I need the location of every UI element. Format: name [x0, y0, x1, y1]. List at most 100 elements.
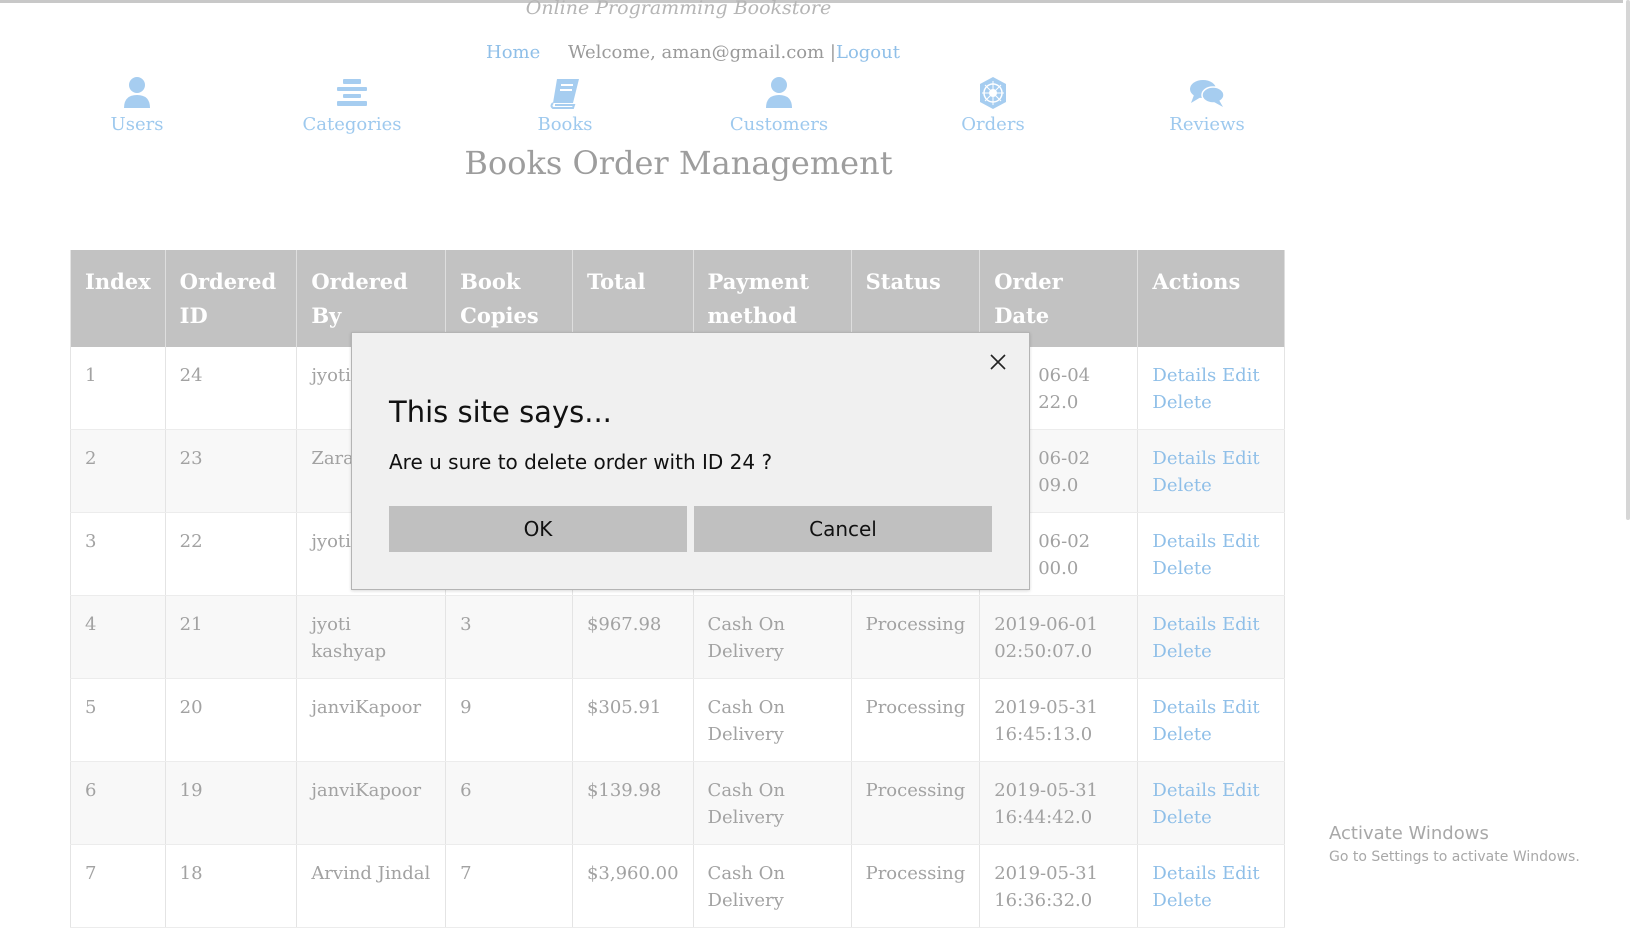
cell-actions: Details Edit Delete — [1137, 844, 1285, 928]
scrollbar-thumb[interactable] — [1626, 0, 1630, 520]
cell-index: 2 — [70, 429, 166, 513]
dialog-title: This site says... — [389, 395, 612, 429]
cell-payment: Cash On Delivery — [693, 761, 852, 845]
cell-order-id: 24 — [165, 347, 298, 430]
order-date: 06-02 — [1038, 448, 1091, 469]
site-title: Online Programming Bookstore — [525, 0, 832, 19]
delete-link[interactable]: Delete — [1152, 807, 1211, 828]
nav-categories[interactable]: Categories — [277, 76, 427, 135]
cell-payment: Cash On Delivery — [693, 844, 852, 928]
nav-orders[interactable]: Orders — [918, 76, 1068, 135]
edit-link[interactable]: Edit — [1222, 614, 1260, 635]
comments-icon — [1190, 80, 1225, 107]
orders-icon — [980, 77, 1006, 109]
cancel-button[interactable]: Cancel — [694, 506, 992, 552]
details-link[interactable]: Details — [1152, 614, 1216, 635]
cell-order-date: 2019-05-31 16:36:32.0 — [979, 844, 1139, 928]
cell-total: $3,960.00 — [572, 844, 694, 928]
cell-index: 1 — [70, 347, 166, 430]
cell-ordered-by: Arvind Jindal — [296, 844, 447, 928]
order-time: 00.0 — [1038, 558, 1079, 579]
nav-label-customers: Customers — [729, 114, 829, 135]
user-icon — [766, 77, 792, 108]
order-date: 2019-06-01 — [994, 614, 1098, 635]
nav-label-orders: Orders — [961, 114, 1025, 135]
nav-books[interactable]: Books — [490, 76, 640, 135]
home-link[interactable]: Home — [486, 42, 540, 63]
cell-index: 6 — [70, 761, 166, 845]
cell-index: 3 — [70, 512, 166, 596]
cell-order-date: 2019-06-01 02:50:07.0 — [979, 595, 1139, 679]
details-link[interactable]: Details — [1152, 780, 1216, 801]
nav-label-categories: Categories — [302, 114, 402, 135]
edit-link[interactable]: Edit — [1222, 448, 1260, 469]
cell-total: $139.98 — [572, 761, 694, 845]
delete-link[interactable]: Delete — [1152, 890, 1211, 911]
delete-link[interactable]: Delete — [1152, 558, 1211, 579]
cell-index: 4 — [70, 595, 166, 679]
cell-status: Processing — [851, 844, 981, 928]
delete-link[interactable]: Delete — [1152, 724, 1211, 745]
details-link[interactable]: Details — [1152, 448, 1216, 469]
book-icon — [550, 79, 579, 109]
delete-link[interactable]: Delete — [1152, 641, 1211, 662]
page-title: Books Order Management — [464, 144, 893, 182]
dialog-message: Are u sure to delete order with ID 24 ? — [389, 450, 773, 474]
edit-link[interactable]: Edit — [1222, 531, 1260, 552]
ok-button[interactable]: OK — [389, 506, 687, 552]
col-header: Ordered ID — [165, 250, 298, 347]
delete-link[interactable]: Delete — [1152, 392, 1211, 413]
cell-order-id: 23 — [165, 429, 298, 513]
order-date: 06-04 — [1038, 365, 1091, 386]
details-link[interactable]: Details — [1152, 863, 1216, 884]
order-time: 16:45:13.0 — [994, 724, 1093, 745]
edit-link[interactable]: Edit — [1222, 365, 1260, 386]
cell-copies: 6 — [445, 761, 573, 845]
cell-index: 5 — [70, 678, 166, 762]
close-icon[interactable] — [987, 351, 1009, 373]
details-link[interactable]: Details — [1152, 365, 1216, 386]
details-link[interactable]: Details — [1152, 531, 1216, 552]
cell-order-id: 19 — [165, 761, 298, 845]
delete-link[interactable]: Delete — [1152, 475, 1211, 496]
watermark-line2: Go to Settings to activate Windows. — [1329, 849, 1580, 865]
watermark-line1: Activate Windows — [1329, 823, 1489, 844]
cell-payment: Cash On Delivery — [693, 678, 852, 762]
order-time: 16:44:42.0 — [994, 807, 1093, 828]
scrollbar[interactable] — [1623, 0, 1631, 909]
table-row: 5 20 janviKapoor 9 $305.91 Cash On Deliv… — [70, 678, 1285, 762]
logout-link[interactable]: Logout — [836, 42, 900, 63]
cell-actions: Details Edit Delete — [1137, 347, 1285, 430]
col-header: Actions — [1137, 250, 1285, 347]
edit-link[interactable]: Edit — [1222, 780, 1260, 801]
table-row: 6 19 janviKapoor 6 $139.98 Cash On Deliv… — [70, 761, 1285, 845]
cell-order-id: 20 — [165, 678, 298, 762]
activate-windows-watermark: Activate Windows Go to Settings to activ… — [1329, 823, 1580, 865]
cell-actions: Details Edit Delete — [1137, 512, 1285, 596]
table-row: 4 21 jyoti kashyap 3 $967.98 Cash On Del… — [70, 595, 1285, 679]
nav-reviews[interactable]: Reviews — [1132, 76, 1282, 135]
cell-copies: 3 — [445, 595, 573, 679]
order-date: 2019-05-31 — [994, 697, 1098, 718]
edit-link[interactable]: Edit — [1222, 863, 1260, 884]
cell-actions: Details Edit Delete — [1137, 761, 1285, 845]
order-time: 09.0 — [1038, 475, 1079, 496]
cell-actions: Details Edit Delete — [1137, 595, 1285, 679]
header-bar: Home Welcome, aman@gmail.com |Logout — [486, 42, 900, 63]
edit-link[interactable]: Edit — [1222, 697, 1260, 718]
nav-label-reviews: Reviews — [1169, 114, 1245, 135]
details-link[interactable]: Details — [1152, 697, 1216, 718]
cell-ordered-by: jyoti kashyap — [296, 595, 447, 679]
cell-status: Processing — [851, 595, 981, 679]
nav-label-books: Books — [537, 114, 593, 135]
confirm-dialog: This site says... Are u sure to delete o… — [351, 332, 1030, 590]
table-row: 7 18 Arvind Jindal 7 $3,960.00 Cash On D… — [70, 844, 1285, 928]
nav-users[interactable]: Users — [62, 76, 212, 135]
col-header: Index — [70, 250, 166, 347]
nav-label-users: Users — [110, 114, 164, 135]
nav-customers[interactable]: Customers — [704, 76, 854, 135]
list-icon — [337, 79, 367, 106]
cell-copies: 7 — [445, 844, 573, 928]
cell-actions: Details Edit Delete — [1137, 429, 1285, 513]
user-icon — [124, 77, 150, 108]
